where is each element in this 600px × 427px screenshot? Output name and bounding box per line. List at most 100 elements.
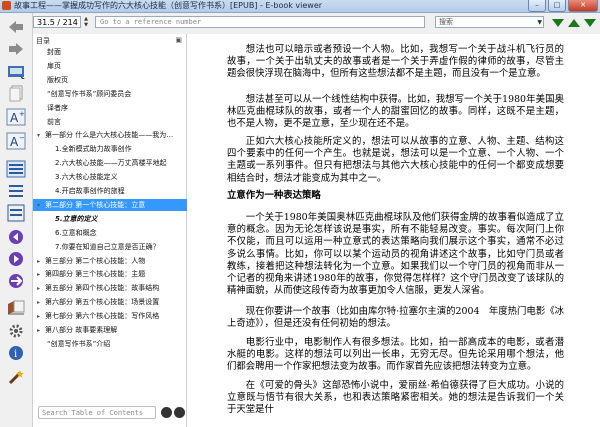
- toc-item-label: 第五部分 第四个核心技能：故事结构: [45, 284, 160, 293]
- toc-item-label: 4.开启故事创作的旅程: [55, 187, 125, 195]
- maximize-button[interactable]: □: [548, 0, 566, 12]
- font-larger-button[interactable]: A +: [5, 107, 27, 127]
- more-button[interactable]: [5, 367, 27, 387]
- next-section-button[interactable]: [5, 203, 27, 223]
- expand-arrow-icon[interactable]: ▸: [37, 256, 45, 267]
- window-title: 故事工程——掌握成功写作的六大核心技能（创意写作书系）[EPUB] - E-bo…: [14, 1, 323, 10]
- minimize-button[interactable]: –: [528, 0, 546, 12]
- toc-item-label: 5.立意的定义: [55, 214, 98, 223]
- toc-item-label: 前言: [47, 117, 61, 126]
- expand-arrow-icon[interactable]: ▸: [37, 311, 45, 322]
- search-options-icon[interactable]: [551, 17, 565, 29]
- font-larger-icon: A +: [6, 108, 26, 126]
- toc-item-label: 扉页: [47, 61, 61, 70]
- toc-item[interactable]: “创意写作书系”顾问委员会: [33, 88, 197, 100]
- app-icon: [2, 1, 11, 10]
- toc-item[interactable]: 6.立意和概念: [33, 227, 205, 239]
- toc-item-label: 第四部分 第三个核心技能：主题: [45, 270, 146, 279]
- expand-arrow-icon[interactable]: ▸: [37, 283, 45, 294]
- toc-item[interactable]: 3.六大核心技能定义: [33, 171, 205, 183]
- font-smaller-icon: A −: [6, 132, 26, 150]
- paragraph-1: 想法也可以暗示或者预设一个人物。比如，我想写一个关于战斗机飞行员的故事，一个关于…: [227, 44, 564, 80]
- previous-section-icon: [9, 185, 23, 197]
- toc-item-label: 版权页: [47, 75, 68, 84]
- window-controls: – □ ✕: [528, 0, 598, 12]
- bookmark-button[interactable]: [5, 249, 27, 269]
- find-previous-icon[interactable]: [583, 17, 597, 29]
- expand-arrow-icon[interactable]: ▸: [37, 325, 45, 336]
- search-input[interactable]: 搜索 ▼: [435, 16, 544, 28]
- expand-arrow-icon[interactable]: ▸: [37, 297, 45, 308]
- expand-arrow-icon[interactable]: ▾: [37, 200, 45, 211]
- toc-previous-icon[interactable]: [161, 407, 172, 418]
- svg-text:A: A: [10, 135, 19, 149]
- find-next-icon[interactable]: [567, 17, 581, 29]
- toc-item[interactable]: ▸ 第五部分 第四个核心技能：故事结构: [33, 282, 187, 294]
- toc-item[interactable]: 译者序: [33, 102, 197, 114]
- section-heading: 立意作为一种表达策略: [227, 190, 321, 201]
- toc-item[interactable]: ▸ 第八部分 故事要素理解: [33, 324, 187, 336]
- preferences-icon: [8, 300, 25, 315]
- expand-arrow-icon[interactable]: ▸: [37, 269, 45, 280]
- toc-item-label: 第七部分 第六个核心技能：写作风格: [45, 312, 160, 321]
- paragraph-4: 一个关于1980年美国奥林匹克曲棍球队及他们获得金牌的故事看似造成了立意的概念。…: [227, 212, 564, 297]
- toc-item[interactable]: 7.你要在知道自己立意是否正确？: [33, 241, 205, 253]
- back-arrow-icon: [9, 21, 23, 33]
- copy-icon: [9, 85, 23, 102]
- toc-item-label: 第三部分 第二个核心技能：人物: [45, 256, 146, 265]
- svg-text:i: i: [14, 349, 17, 360]
- toc-item[interactable]: ▾ 第一部分 什么是六大核心技能——我为…: [33, 129, 187, 141]
- toc-item[interactable]: ▸ 第六部分 第五个核心技能：场景设置: [33, 296, 187, 308]
- toc-item-label: 第二部分 第一个核心技能：立意: [45, 200, 146, 209]
- toc-item[interactable]: ▾ 第二部分 第一个核心技能：立意: [33, 198, 187, 211]
- page-position-field[interactable]: 31.5 / 214: [33, 16, 81, 28]
- toc-item-label: 3.六大核心技能定义: [55, 173, 118, 182]
- page-spinner[interactable]: ▲ ▼: [82, 16, 90, 28]
- expand-arrow-icon[interactable]: ▾: [37, 130, 45, 141]
- reference-mode-button[interactable]: [5, 271, 27, 291]
- toc-item-label: 第一部分 什么是六大核心技能——我为…: [45, 131, 174, 140]
- print-button[interactable]: [5, 321, 27, 341]
- toc-item[interactable]: 封面: [33, 46, 197, 58]
- next-section-icon: [7, 204, 25, 222]
- toc-item[interactable]: ▸ 第四部分 第三个核心技能：主题: [33, 268, 187, 280]
- toc-item[interactable]: 1.全新模式助力故事创作: [33, 143, 205, 155]
- forward-arrow-icon: [9, 43, 23, 55]
- toc-item[interactable]: ▸ 第七部分 第六个核心技能：写作风格: [33, 310, 187, 322]
- preferences-button[interactable]: [5, 297, 27, 317]
- close-button[interactable]: ✕: [568, 0, 598, 12]
- svg-text:−: −: [19, 134, 25, 142]
- toc-item[interactable]: 4.开启故事创作的旅程: [33, 185, 205, 197]
- copy-button[interactable]: [5, 83, 27, 103]
- reading-pane[interactable]: 想法也可以暗示或者预设一个人物。比如，我想写一个关于战斗机飞行员的故事，一个关于…: [187, 34, 600, 427]
- toc-close-icon[interactable]: ▣: [175, 36, 182, 44]
- top-bar: 31.5 / 214 ▲ ▼ Go to a reference number 搜…: [33, 14, 600, 31]
- previous-section-button[interactable]: [5, 181, 27, 201]
- toc-item-label: 封面: [47, 48, 61, 56]
- toc-item[interactable]: “创意写作书系”介绍: [33, 338, 197, 350]
- side-toolbar: A + A − i: [0, 13, 33, 427]
- toc-item[interactable]: 扉页: [33, 60, 197, 72]
- toc-item[interactable]: 2.六大核心技能——万丈高楼平地起: [33, 157, 205, 169]
- toc-item[interactable]: 5.立意的定义: [33, 213, 205, 225]
- toc-item-label: 1.全新模式助力故事创作: [55, 145, 132, 154]
- toc-item[interactable]: 前言: [33, 116, 197, 128]
- toc-item-label: “创意写作书系”顾问委员会: [47, 89, 132, 98]
- reference-input[interactable]: Go to a reference number: [95, 16, 425, 28]
- paragraph-3: 正如六大核心技能所定义的，想法可以从故事的立意、人物、主题、结构这四个要素中的任…: [227, 136, 564, 184]
- forward-button[interactable]: [5, 39, 27, 59]
- toc-next-icon[interactable]: [174, 407, 185, 418]
- search-button[interactable]: [5, 227, 27, 247]
- toc-item[interactable]: ▸ 第三部分 第二个核心技能：人物: [33, 255, 187, 267]
- font-smaller-button[interactable]: A −: [5, 131, 27, 151]
- bookmark-icon: [9, 252, 23, 266]
- search-icon: [9, 230, 23, 244]
- metadata-button[interactable]: i: [5, 343, 27, 363]
- toc-toggle-button[interactable]: [5, 159, 27, 179]
- toc-search-input[interactable]: Search Table of Contents: [38, 406, 156, 419]
- library-button[interactable]: [5, 61, 27, 81]
- svg-text:A: A: [10, 111, 19, 125]
- search-dropdown-icon[interactable]: ▼: [537, 17, 542, 28]
- back-button[interactable]: [5, 17, 27, 37]
- toc-item[interactable]: 版权页: [33, 74, 197, 86]
